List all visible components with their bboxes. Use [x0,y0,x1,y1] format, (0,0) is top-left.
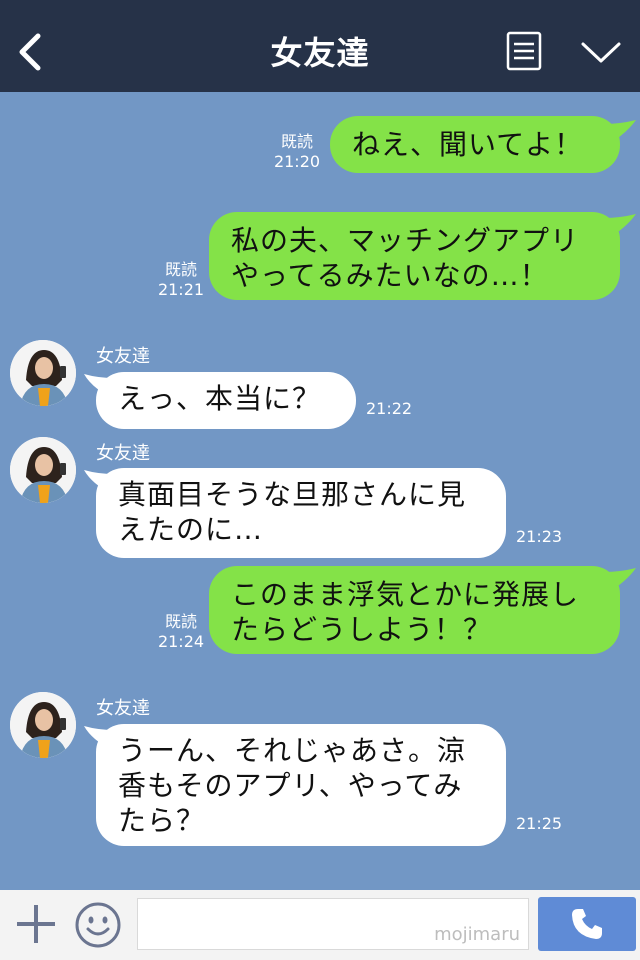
friend-avatar-icon [10,437,76,503]
sender-name: 女友達 [96,698,150,719]
message-time: 21:20 [273,152,321,171]
message-time: 21:25 [516,814,563,833]
message-time: 21:22 [366,399,413,418]
avatar[interactable] [10,692,76,758]
notes-menu-icon[interactable] [506,31,542,71]
chevron-down-icon[interactable] [580,40,622,66]
read-label: 既読 [280,132,313,151]
read-receipt: 既読 21:21 [152,260,210,300]
chat-area[interactable]: 既読 21:20 ねえ、聞いてよ！ 既読 21:21 私の夫、マッチングアプリ … [0,92,640,890]
read-receipt: 既読 21:20 [272,132,322,172]
watermark: mojimaru [434,924,520,945]
smiley-icon[interactable] [74,901,122,949]
read-receipt: 既読 21:24 [152,612,210,652]
call-button[interactable] [538,897,636,951]
friend-avatar-icon [10,340,76,406]
sender-name: 女友達 [96,346,150,367]
message-bubble[interactable]: 真面目そうな旦那さんに見 えたのに… [96,468,506,558]
chat-header: 女友達 [0,0,640,92]
message-bubble[interactable]: このまま浮気とかに発展し たらどうしよう！？ [209,566,620,654]
friend-avatar-icon [10,692,76,758]
plus-icon[interactable] [14,902,58,946]
message-bubble[interactable]: ねえ、聞いてよ！ [330,116,620,173]
message-bubble[interactable]: うーん、それじゃあさ。涼 香もそのアプリ、やってみ たら？ [96,724,506,846]
sender-name: 女友達 [96,443,150,464]
message-bubble[interactable]: 私の夫、マッチングアプリ やってるみたいなの…！ [209,212,620,300]
phone-icon [572,909,602,939]
avatar[interactable] [10,437,76,503]
message-time: 21:24 [157,632,205,651]
chat-title: 女友達 [270,34,370,72]
avatar[interactable] [10,340,76,406]
read-label: 既読 [164,612,197,631]
message-bubble[interactable]: えっ、本当に？ [96,372,356,429]
message-input[interactable]: mojimaru [137,898,529,950]
message-time: 21:21 [157,280,205,299]
message-time: 21:23 [516,527,563,546]
read-label: 既読 [164,260,197,279]
